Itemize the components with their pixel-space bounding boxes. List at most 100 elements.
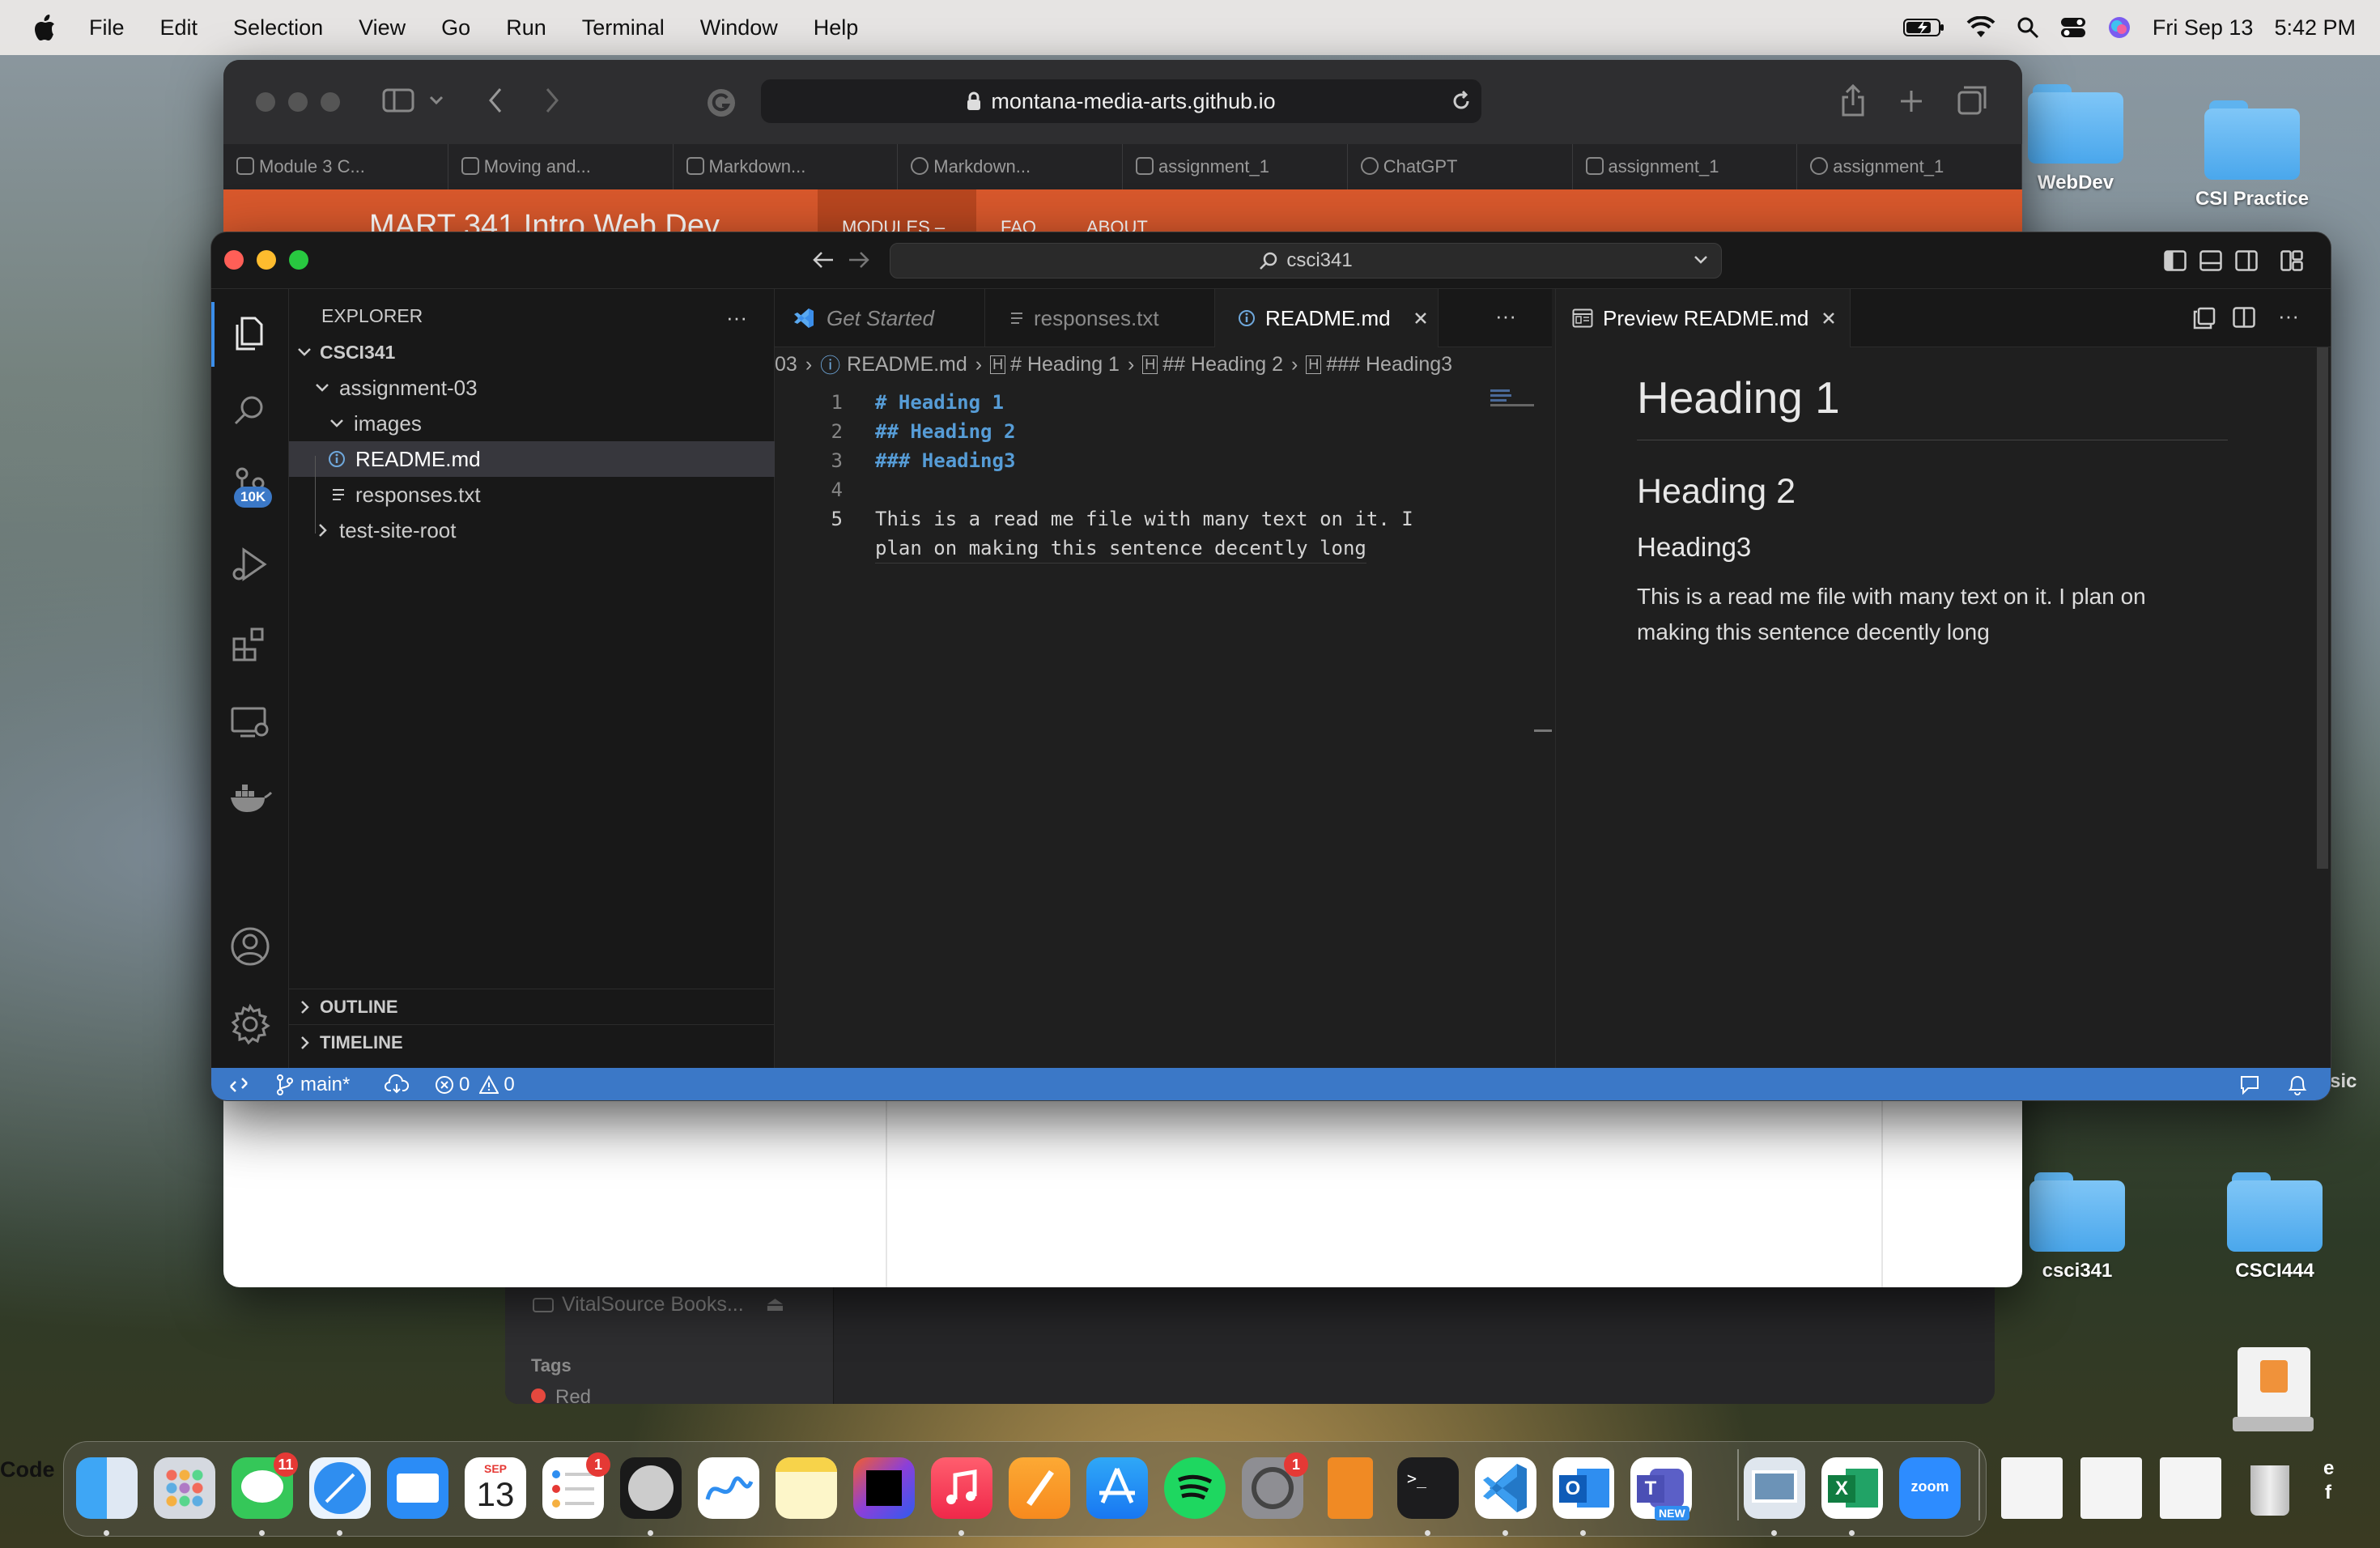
finder-sidebar-item[interactable]: VitalSource Books... ⏏ [533, 1292, 784, 1316]
recent-document-thumbnail[interactable] [2160, 1457, 2221, 1519]
spotlight-search-icon[interactable] [2017, 16, 2039, 39]
nav-back-icon[interactable] [812, 250, 835, 270]
recent-document-thumbnail[interactable] [2001, 1457, 2063, 1519]
file-readme[interactable]: README.md [289, 441, 775, 477]
menubar-date[interactable]: Fri Sep 13 [2153, 15, 2254, 40]
grammarly-icon[interactable] [706, 87, 737, 118]
settings-gear-icon[interactable] [227, 1002, 273, 1047]
nav-forward-icon[interactable] [848, 250, 870, 270]
chevron-down-icon[interactable] [429, 96, 444, 105]
pages-app-icon[interactable] [1009, 1457, 1070, 1519]
search-icon[interactable] [227, 388, 273, 433]
folder-assignment-03[interactable]: assignment-03 [289, 370, 775, 406]
siri-icon[interactable] [2107, 15, 2131, 40]
feedback-icon[interactable] [2238, 1074, 2261, 1096]
trash-icon[interactable] [2239, 1457, 2301, 1519]
mail-app-icon[interactable] [387, 1457, 448, 1519]
calendar-app-icon[interactable]: SEP 13 [465, 1457, 526, 1519]
accounts-icon[interactable] [227, 924, 273, 969]
control-center-icon[interactable] [2060, 16, 2086, 39]
menu-go[interactable]: Go [441, 15, 470, 40]
open-source-icon[interactable] [2192, 307, 2216, 330]
close-tab-icon[interactable] [1413, 311, 1428, 325]
preview-app-icon[interactable] [1744, 1457, 1805, 1519]
books-app-icon[interactable] [1328, 1457, 1373, 1519]
zoom-app-icon[interactable]: zoom [1899, 1457, 1961, 1519]
remote-explorer-icon[interactable] [227, 699, 273, 744]
intellij-app-icon[interactable] [853, 1457, 915, 1519]
explorer-files-icon[interactable] [227, 310, 273, 355]
breadcrumb-item[interactable]: ## Heading 2 [1162, 353, 1283, 376]
desktop-folder-csci444[interactable]: CSCI444 [2202, 1172, 2348, 1282]
freeform-app-icon[interactable] [698, 1457, 759, 1519]
breadcrumb-item[interactable]: # Heading 1 [1010, 353, 1120, 376]
safari-tab[interactable]: Moving and... [448, 144, 674, 189]
extensions-icon[interactable] [227, 621, 273, 666]
menu-app-name[interactable]: Code [0, 1457, 62, 1519]
disk-image-icon[interactable] [2233, 1344, 2314, 1433]
safari-tab[interactable]: Markdown... [898, 144, 1123, 189]
customize-layout-icon[interactable] [2280, 250, 2303, 271]
vscode-window[interactable]: csci341 10K EXPLORER ··· CSCI341 assignm… [210, 232, 2331, 1101]
safari-tab[interactable]: Module 3 C... [223, 144, 448, 189]
eject-icon[interactable]: ⏏ [766, 1293, 785, 1316]
tab-get-started[interactable]: Get Started [775, 289, 985, 347]
back-icon[interactable] [487, 87, 504, 113]
close-button[interactable] [256, 92, 275, 112]
finder-tag-red[interactable]: Red [531, 1386, 591, 1404]
safari-tab[interactable]: Markdown... [674, 144, 899, 189]
spotify-app-icon[interactable] [1164, 1457, 1226, 1519]
menubar-time[interactable]: 5:42 PM [2274, 15, 2356, 40]
split-editor-icon[interactable] [2233, 307, 2255, 328]
menu-help[interactable]: Help [814, 15, 859, 40]
toggle-secondary-sidebar-icon[interactable] [2235, 250, 2258, 271]
tab-preview-readme[interactable]: Preview README.md [1556, 289, 1851, 347]
outlook-app-icon[interactable]: O [1553, 1457, 1614, 1519]
apple-icon[interactable] [32, 14, 57, 41]
minimize-button[interactable] [288, 92, 308, 112]
preview-more-actions-icon[interactable]: ··· [2278, 304, 2299, 329]
docker-icon[interactable] [227, 775, 273, 820]
editor-more-actions-icon[interactable]: ··· [1495, 304, 1516, 329]
safari-tab[interactable]: assignment_1 [1573, 144, 1798, 189]
menu-run[interactable]: Run [506, 15, 546, 40]
wifi-icon[interactable] [1966, 16, 1995, 39]
branch-indicator[interactable]: main* [276, 1074, 350, 1096]
toggle-panel-icon[interactable] [2199, 250, 2222, 271]
remote-indicator-icon[interactable] [227, 1074, 250, 1096]
breadcrumb-item[interactable]: README.md [847, 353, 967, 376]
battery-icon[interactable] [1902, 18, 1945, 37]
chevron-down-icon[interactable] [1694, 255, 1708, 265]
excel-app-icon[interactable]: X [1821, 1457, 1883, 1519]
safari-tab[interactable]: assignment_1 [1797, 144, 2022, 189]
sidebar-toggle-icon[interactable] [382, 87, 414, 113]
folder-test-site-root[interactable]: test-site-root [289, 512, 775, 548]
desktop-folder-webdev[interactable]: WebDev [2003, 84, 2148, 194]
address-bar[interactable]: montana-media-arts.github.io [761, 79, 1481, 123]
more-actions-icon[interactable]: ··· [726, 305, 747, 330]
close-button[interactable] [224, 250, 244, 270]
share-icon[interactable] [1841, 84, 1865, 117]
menu-terminal[interactable]: Terminal [582, 15, 665, 40]
breadcrumb-item[interactable]: ### Heading3 [1326, 353, 1452, 376]
zoom-button[interactable] [321, 92, 340, 112]
logic-app-icon[interactable] [620, 1457, 682, 1519]
problems-indicator[interactable]: 0 0 [435, 1074, 515, 1096]
outline-section[interactable]: OUTLINE [289, 989, 775, 1024]
tab-overview-icon[interactable] [1957, 86, 1987, 115]
safari-tab[interactable]: ChatGPT [1348, 144, 1573, 189]
menu-file[interactable]: File [89, 15, 125, 40]
finder-app-icon[interactable] [76, 1457, 138, 1519]
close-tab-icon[interactable] [1821, 311, 1836, 325]
file-responses[interactable]: responses.txt [289, 477, 775, 512]
toggle-primary-sidebar-icon[interactable] [2164, 250, 2187, 271]
tab-responses[interactable]: responses.txt [985, 289, 1215, 347]
zoom-button[interactable] [289, 250, 308, 270]
command-center[interactable]: csci341 [890, 243, 1722, 279]
launchpad-app-icon[interactable] [154, 1457, 215, 1519]
minimap[interactable] [1490, 389, 1536, 414]
desktop-folder-csi-practice[interactable]: CSI Practice [2179, 100, 2325, 211]
desktop-folder-csci341[interactable]: csci341 [2004, 1172, 2150, 1282]
timeline-section[interactable]: TIMELINE [289, 1024, 775, 1060]
breadcrumb-item[interactable]: 03 [775, 353, 797, 376]
